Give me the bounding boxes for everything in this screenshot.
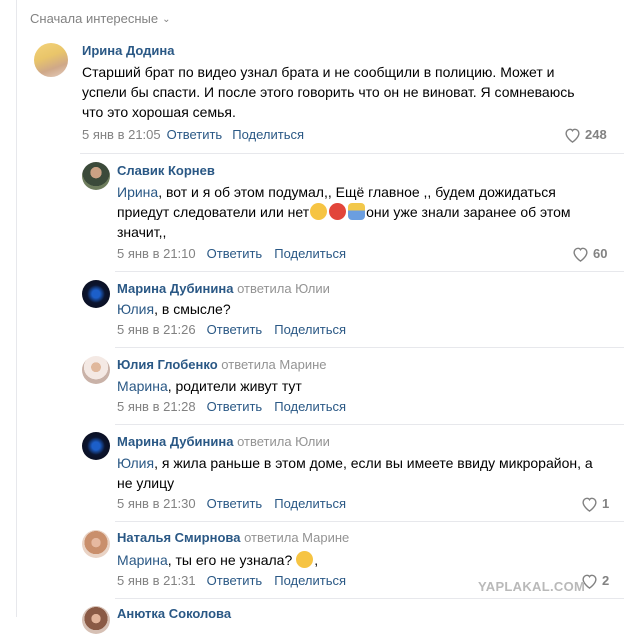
- avatar[interactable]: [82, 356, 110, 384]
- share-button[interactable]: Поделиться: [274, 246, 346, 261]
- author-name[interactable]: Юлия Глобенко: [117, 357, 218, 372]
- comment-author[interactable]: Марина Дубинина ответила Юлии: [117, 434, 330, 449]
- mention-link[interactable]: Юлия: [117, 301, 154, 317]
- separator: [80, 153, 624, 154]
- comment-text: Марина, родители живут тут: [117, 376, 302, 396]
- avatar[interactable]: [82, 162, 110, 190]
- angry-emoji-icon: [329, 203, 347, 220]
- separator: [115, 521, 624, 522]
- chevron-down-icon: ⌄: [162, 14, 171, 25]
- comment-text-part: ,: [314, 552, 319, 568]
- comment-time[interactable]: 5 янв в 21:05: [82, 127, 161, 142]
- thinking-emoji-icon: [310, 203, 328, 220]
- comment-time[interactable]: 5 янв в 21:10: [117, 246, 196, 261]
- comment-text: Старший брат по видео узнал брата и не с…: [82, 64, 575, 120]
- heart-icon: [565, 128, 580, 143]
- comment-time[interactable]: 5 янв в 21:30: [117, 496, 196, 511]
- replied-to[interactable]: ответила Юлии: [237, 434, 330, 449]
- comment-text: Юлия, я жила раньше в этом доме, если вы…: [117, 453, 597, 493]
- author-name[interactable]: Наталья Смирнова: [117, 530, 240, 545]
- mention-link[interactable]: Ирина: [117, 184, 158, 200]
- avatar[interactable]: [82, 432, 110, 460]
- like-button[interactable]: 2: [581, 573, 609, 589]
- comment-text: Ирина, вот и я об этом подумал,, Ещё гла…: [117, 182, 587, 242]
- separator: [115, 598, 624, 599]
- comment-text-part: , ты его не узнала?: [167, 552, 293, 568]
- comment-author[interactable]: Анютка Соколова: [117, 606, 231, 621]
- replied-to[interactable]: ответила Юлии: [237, 281, 330, 296]
- like-button[interactable]: 1: [581, 496, 609, 512]
- comment-author[interactable]: Наталья Смирнова ответила Марине: [117, 530, 349, 545]
- reply-button[interactable]: Ответить: [207, 573, 263, 588]
- author-name[interactable]: Марина Дубинина: [117, 434, 233, 449]
- heart-icon: [573, 247, 588, 262]
- author-name[interactable]: Марина Дубинина: [117, 281, 233, 296]
- share-button[interactable]: Поделиться: [274, 322, 346, 337]
- sort-label: Сначала интересные: [30, 11, 159, 26]
- share-button[interactable]: Поделиться: [274, 496, 346, 511]
- reply-button[interactable]: Ответить: [207, 399, 263, 414]
- comment-text: Марина, ты его не узнала?,: [117, 550, 318, 570]
- avatar[interactable]: [82, 280, 110, 308]
- comment-text-part: , я жила раньше в этом доме, если вы име…: [117, 455, 593, 491]
- sort-dropdown[interactable]: Сначала интересные ⌄: [30, 11, 171, 26]
- comment-author[interactable]: Юлия Глобенко ответила Марине: [117, 357, 327, 372]
- reply-button[interactable]: Ответить: [167, 127, 223, 142]
- like-count: 248: [585, 127, 607, 142]
- comment-text-part: , родители живут тут: [167, 378, 302, 394]
- share-button[interactable]: Поделиться: [274, 399, 346, 414]
- comment-author[interactable]: Славик Корнев: [117, 163, 215, 178]
- reply-button[interactable]: Ответить: [207, 246, 263, 261]
- share-button[interactable]: Поделиться: [274, 573, 346, 588]
- comment-time[interactable]: 5 янв в 21:31: [117, 573, 196, 588]
- like-count: 60: [593, 246, 608, 261]
- comment-author[interactable]: Ирина Додина: [82, 43, 175, 58]
- avatar[interactable]: [34, 43, 68, 77]
- heart-icon: [582, 497, 597, 512]
- reply-button[interactable]: Ответить: [207, 496, 263, 511]
- comment-text-part: , в смысле?: [154, 301, 231, 317]
- avatar[interactable]: [82, 530, 110, 558]
- like-count: 2: [602, 573, 610, 588]
- avatar[interactable]: [82, 606, 110, 634]
- flushed-emoji-icon: [296, 551, 314, 568]
- like-count: 1: [602, 496, 610, 511]
- comment-time[interactable]: 5 янв в 21:28: [117, 399, 196, 414]
- separator: [115, 424, 624, 425]
- replied-to[interactable]: ответила Марине: [244, 530, 349, 545]
- separator: [115, 271, 624, 272]
- replied-to[interactable]: ответила Марине: [221, 357, 326, 372]
- like-button[interactable]: 248: [564, 127, 607, 143]
- mention-link[interactable]: Юлия: [117, 455, 154, 471]
- share-button[interactable]: Поделиться: [232, 127, 304, 142]
- mention-link[interactable]: Марина: [117, 552, 168, 568]
- like-button[interactable]: 60: [572, 246, 607, 262]
- reply-button[interactable]: Ответить: [207, 322, 263, 337]
- shrug-emoji-icon: [348, 203, 366, 220]
- comment-time[interactable]: 5 янв в 21:26: [117, 322, 196, 337]
- comment-text: Юлия, в смысле?: [117, 299, 231, 319]
- watermark: YAPLAKAL.COM: [478, 579, 586, 594]
- comment-author[interactable]: Марина Дубинина ответила Юлии: [117, 281, 330, 296]
- mention-link[interactable]: Марина: [117, 378, 168, 394]
- separator: [115, 347, 624, 348]
